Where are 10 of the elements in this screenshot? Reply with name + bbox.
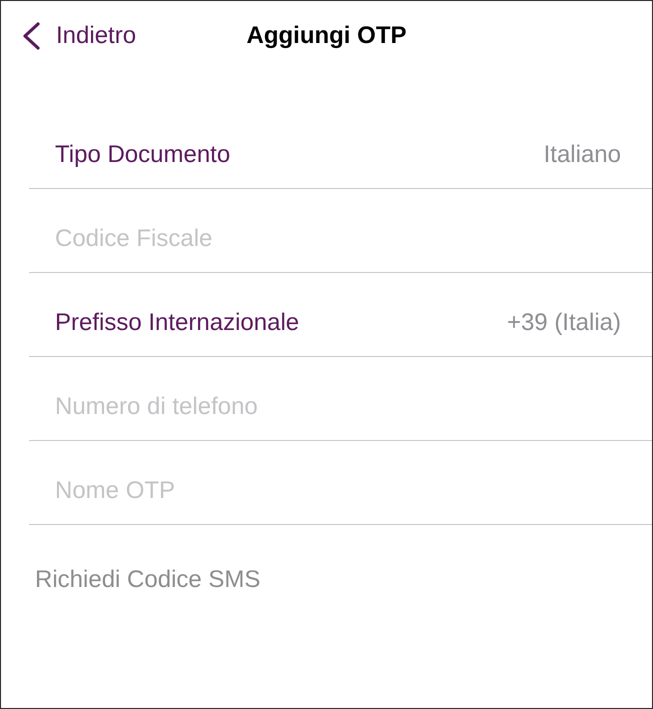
picker-value[interactable]: Italiano [544,140,621,168]
input-field[interactable]: Codice Fiscale [55,224,621,252]
input-field[interactable]: Numero di telefono [55,392,621,420]
row-label: Prefisso Internazionale [55,308,300,336]
screen-title: Aggiungi OTP [246,22,406,50]
input-field[interactable]: Nome OTP [55,476,621,504]
row-label: Tipo Documento [55,140,230,168]
picker-value[interactable]: +39 (Italia) [506,308,621,336]
back-button[interactable]: Indietro [22,22,136,50]
chevron-left-icon [22,22,41,50]
